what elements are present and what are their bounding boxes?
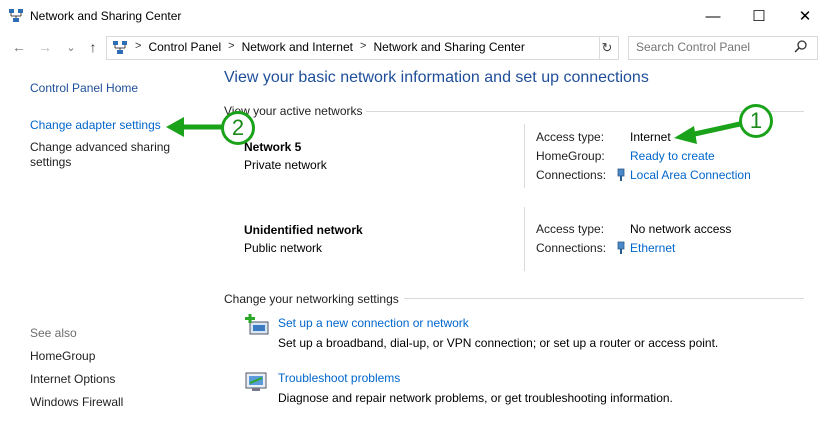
annotation-arrows <box>166 117 743 144</box>
annotation-badge-1: 1 <box>739 104 773 138</box>
annotation-badge-2: 2 <box>221 111 255 145</box>
